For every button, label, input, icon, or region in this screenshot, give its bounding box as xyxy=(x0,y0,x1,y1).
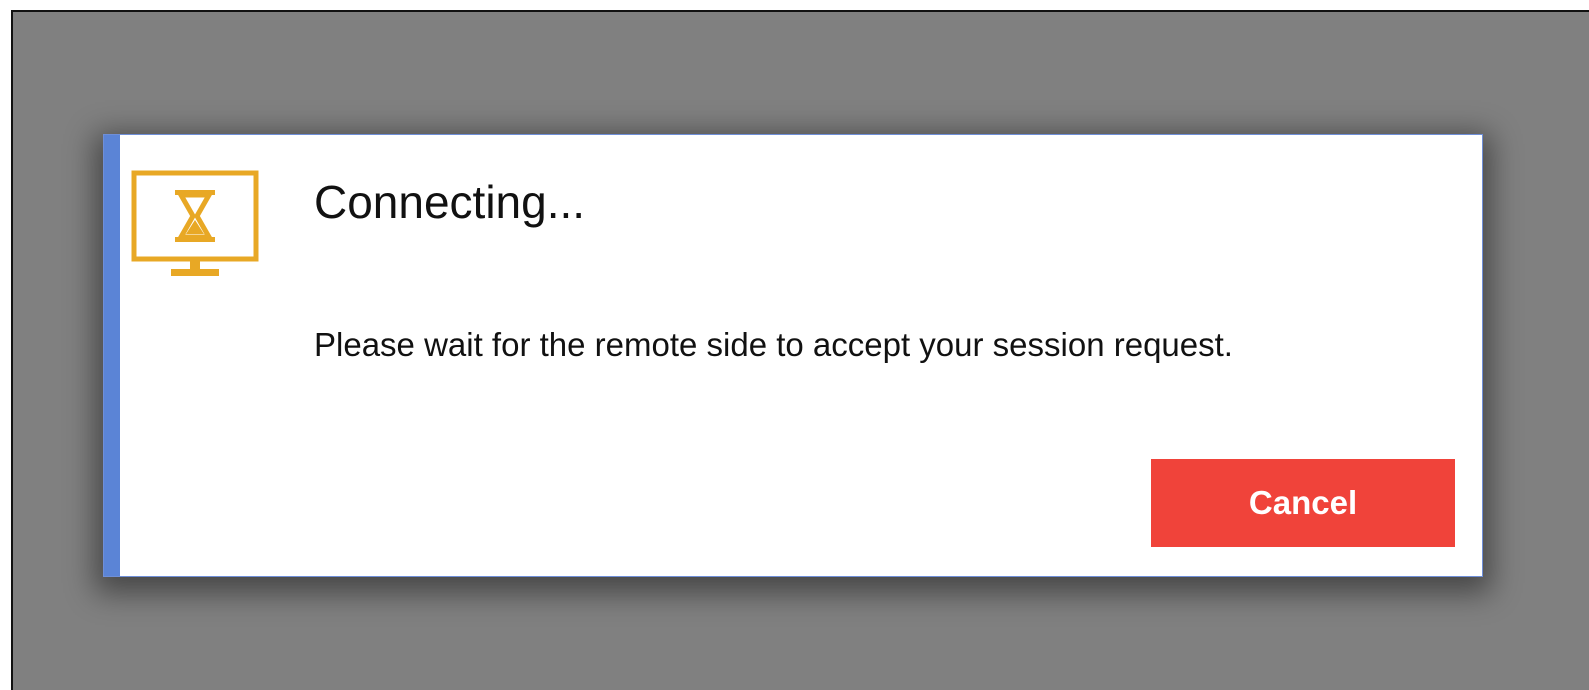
dialog-accent-bar xyxy=(104,135,120,576)
cancel-button[interactable]: Cancel xyxy=(1151,459,1455,547)
connecting-dialog: Connecting... Please wait for the remote… xyxy=(103,134,1483,577)
dialog-title: Connecting... xyxy=(314,176,586,228)
dialog-message: Please wait for the remote side to accep… xyxy=(314,326,1233,363)
monitor-hourglass-icon xyxy=(131,170,259,276)
